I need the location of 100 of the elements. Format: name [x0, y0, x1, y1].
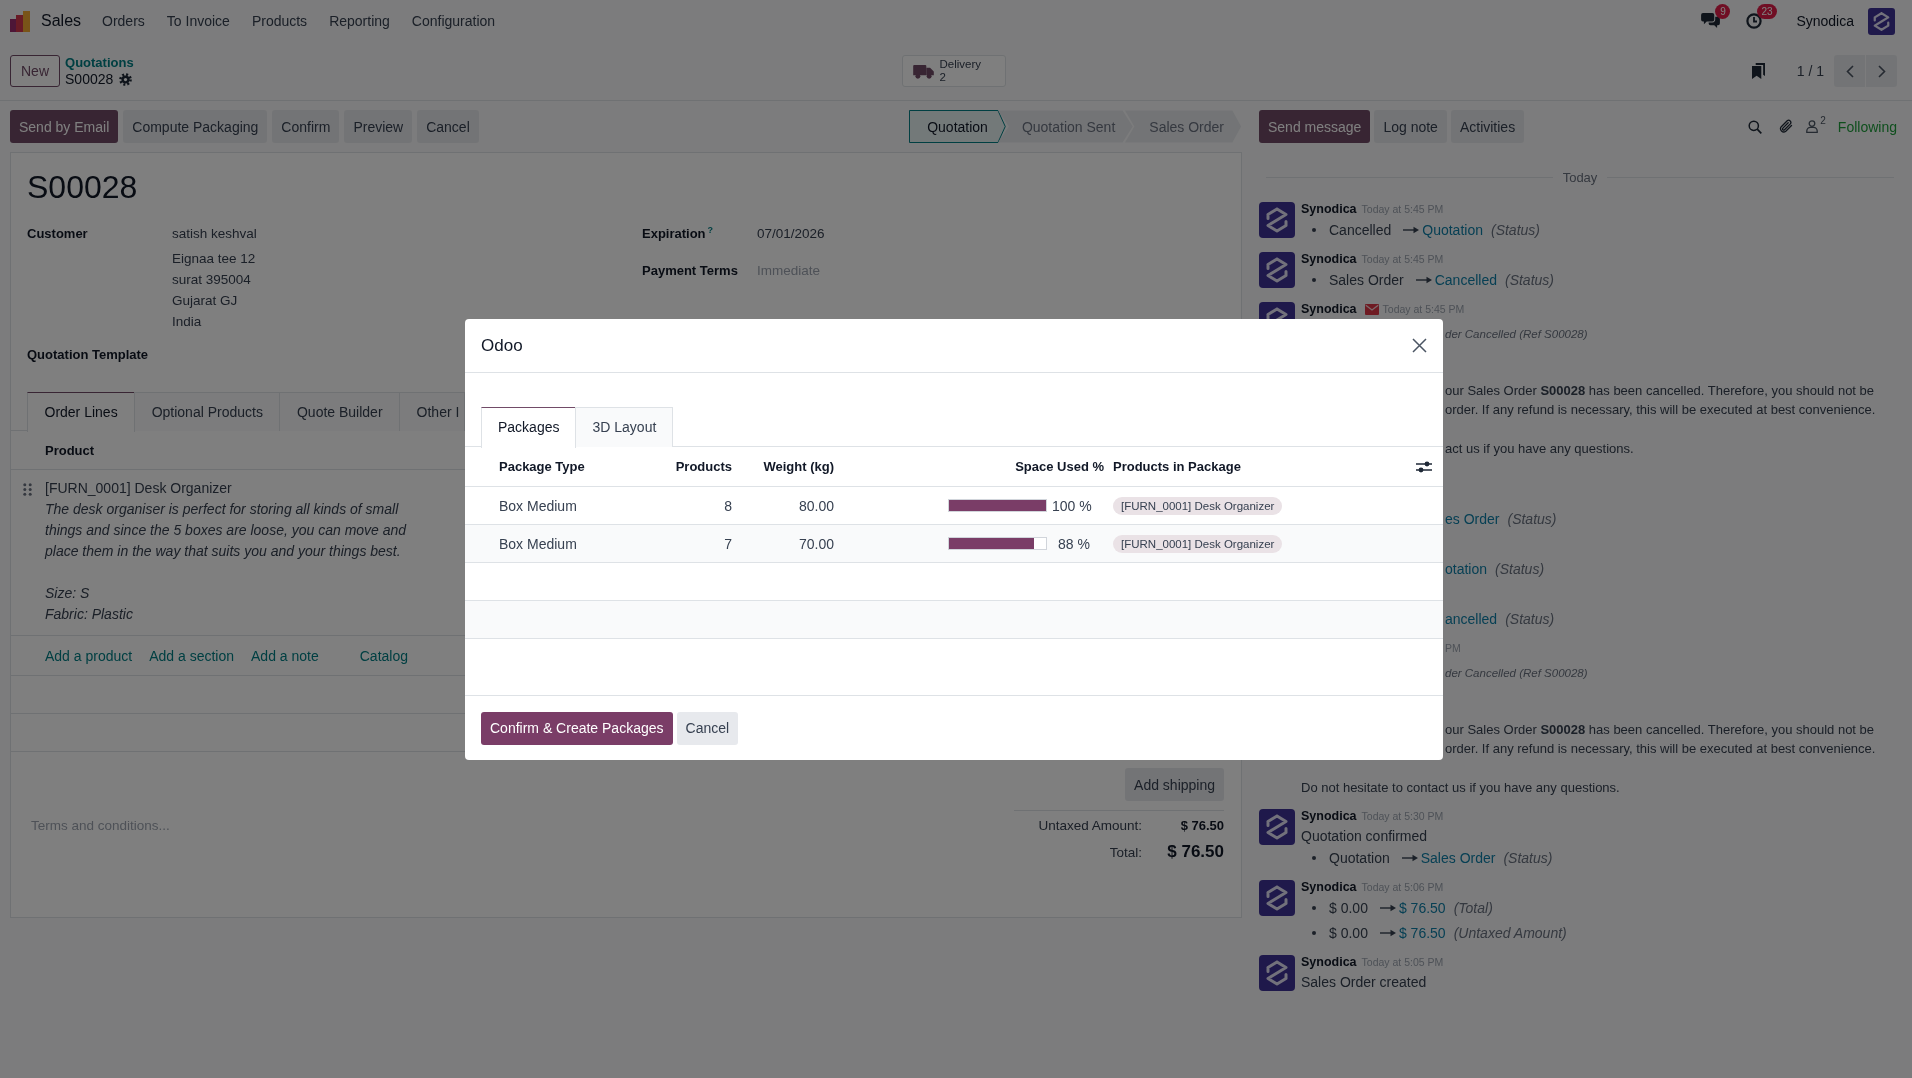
dialog-button[interactable]: Confirm & Create Packages: [481, 711, 673, 745]
menu-item[interactable]: To Invoice: [166, 13, 230, 29]
message-title: Quotation confirmed: [1301, 827, 1428, 846]
author-name[interactable]: Synodica: [1301, 252, 1357, 266]
action-button[interactable]: Compute Packaging: [123, 110, 268, 143]
column-header[interactable]: Package Type: [499, 459, 585, 474]
menu-item[interactable]: Configuration: [411, 13, 496, 29]
avatar-icon[interactable]: [1259, 252, 1295, 288]
total-label: Untaxed Amount:: [1037, 817, 1142, 835]
message-count-badge: 9: [1715, 4, 1731, 19]
chatter-button[interactable]: Activities: [1450, 110, 1525, 143]
followers-icon[interactable]: [1806, 120, 1819, 133]
bookmark-icon[interactable]: [1751, 63, 1765, 79]
menu-item[interactable]: Reporting: [329, 13, 390, 29]
author-name[interactable]: Synodica: [1301, 809, 1357, 823]
bullet-icon: [1312, 930, 1316, 935]
bullet-icon: [1312, 905, 1316, 910]
author-name[interactable]: Synodica: [1301, 955, 1357, 969]
avatar-icon[interactable]: [1259, 202, 1295, 238]
chatter-button[interactable]: Log note: [1374, 110, 1447, 143]
gear-icon[interactable]: [119, 72, 133, 86]
notebook-tab[interactable]: Other I: [399, 392, 465, 431]
field-name: (Status): [1495, 560, 1545, 577]
dialog-tab[interactable]: 3D Layout: [575, 407, 674, 447]
avatar-icon[interactable]: [1259, 880, 1295, 916]
email-text: order. If any refund is necessary, this will be executed at best convenience.: [1445, 740, 1876, 758]
author-name[interactable]: Synodica: [1301, 202, 1357, 216]
new-value: $ 76.50: [1398, 924, 1446, 941]
search-icon[interactable]: [1748, 119, 1763, 134]
pager-value[interactable]: 1 / 1: [1796, 63, 1824, 79]
action-button[interactable]: Confirm: [272, 110, 340, 143]
customer-field[interactable]: satish keshval: [172, 223, 257, 244]
product-tag: [FURN_0001] Desk Organizer: [1113, 534, 1283, 553]
column-header[interactable]: Products: [675, 459, 732, 474]
clock-icon[interactable]: [1746, 13, 1763, 29]
bullet-icon: [1312, 855, 1316, 860]
menu-item[interactable]: Products: [251, 13, 308, 29]
field-label: Customer: [27, 225, 89, 243]
paperclip-icon[interactable]: [1779, 119, 1794, 134]
avatar-icon[interactable]: [1259, 955, 1295, 991]
next-button[interactable]: [1866, 55, 1897, 87]
app-name[interactable]: Sales: [41, 12, 82, 30]
smart-button[interactable]: Delivery 2: [901, 55, 1006, 87]
followers-count[interactable]: 2: [1820, 116, 1826, 126]
action-button[interactable]: Preview: [344, 110, 413, 143]
notebook-tab[interactable]: Optional Products: [134, 392, 281, 431]
column-settings-icon[interactable]: [1416, 459, 1432, 474]
new-value: Quotation: [1422, 221, 1483, 238]
notebook-tab[interactable]: Order Lines: [27, 392, 136, 432]
envelope-icon: [1364, 303, 1379, 315]
chatter-button[interactable]: Send message: [1259, 110, 1371, 143]
add-line-link[interactable]: Add a product: [45, 647, 133, 664]
column-header[interactable]: Space Used %: [1015, 459, 1104, 474]
product-tag: [FURN_0001] Desk Organizer: [1113, 496, 1283, 515]
old-value: Quotation: [1329, 849, 1390, 866]
email-subject: der Cancelled (Ref S00028): [1445, 327, 1588, 342]
action-button[interactable]: Send by Email: [10, 110, 119, 143]
field-name: (Status): [1491, 221, 1540, 238]
add-line-link[interactable]: Add a section: [149, 647, 234, 664]
status-step[interactable]: Sales Order: [1125, 110, 1242, 143]
menu-item[interactable]: Orders: [102, 13, 145, 29]
table-cell: Box Medium: [499, 497, 577, 514]
column-header[interactable]: Weight (kg): [763, 459, 834, 474]
email-subject: der Cancelled (Ref S00028): [1445, 666, 1588, 681]
action-button[interactable]: Cancel: [417, 110, 479, 143]
product-description: The desk organiser is perfect for storing all kinds of small things and since the 5 boxes are loose, you can move and place them in the way that suits you and your things best. Size: S Fabric: Plastic: [45, 500, 408, 624]
breadcrumb-link[interactable]: Quotations: [65, 54, 134, 71]
add-shipping-button[interactable]: Add shipping: [1125, 768, 1224, 801]
app-logo-icon[interactable]: [9, 10, 31, 32]
date-field[interactable]: 07/01/2026: [757, 223, 825, 244]
avatar-icon[interactable]: [1868, 7, 1895, 35]
notebook-tab[interactable]: Quote Builder: [279, 392, 401, 431]
add-line-link[interactable]: Add a note: [251, 647, 319, 664]
catalog-link[interactable]: Catalog: [359, 647, 408, 664]
bullet-icon: [1312, 277, 1316, 282]
column-header[interactable]: Products in Package: [1113, 459, 1241, 474]
new-value: Cancelled: [1434, 271, 1497, 288]
user-name[interactable]: Synodica: [1796, 13, 1854, 29]
date-divider: Today: [1561, 169, 1599, 185]
new-button[interactable]: New: [10, 55, 60, 87]
field-name: (Status): [1504, 271, 1554, 288]
previous-button[interactable]: [1834, 55, 1865, 87]
email-text: Do not hesitate to contact us if you have any questions.: [1301, 779, 1620, 797]
follow-button[interactable]: Following: [1837, 118, 1897, 135]
author-name[interactable]: Synodica: [1301, 302, 1357, 316]
arrow-right-icon: [1401, 853, 1418, 862]
dialog-tab[interactable]: Packages: [481, 407, 577, 448]
chat-icon[interactable]: [1701, 13, 1721, 29]
field-label: Quotation Template: [27, 346, 150, 364]
status-step[interactable]: Quotation Sent: [997, 110, 1134, 143]
activity-count-badge: 23: [1757, 4, 1777, 19]
close-icon[interactable]: [1412, 338, 1427, 353]
author-name[interactable]: Synodica: [1301, 880, 1357, 894]
drag-handle-icon[interactable]: [23, 483, 32, 496]
status-step[interactable]: Quotation: [909, 110, 1006, 143]
total-value: $ 76.50: [1166, 841, 1224, 863]
table-cell: 80.00: [798, 497, 834, 514]
dialog-button[interactable]: Cancel: [676, 711, 739, 745]
product-name[interactable]: [FURN_0001] Desk Organizer: [45, 478, 232, 499]
avatar-icon[interactable]: [1259, 809, 1295, 845]
